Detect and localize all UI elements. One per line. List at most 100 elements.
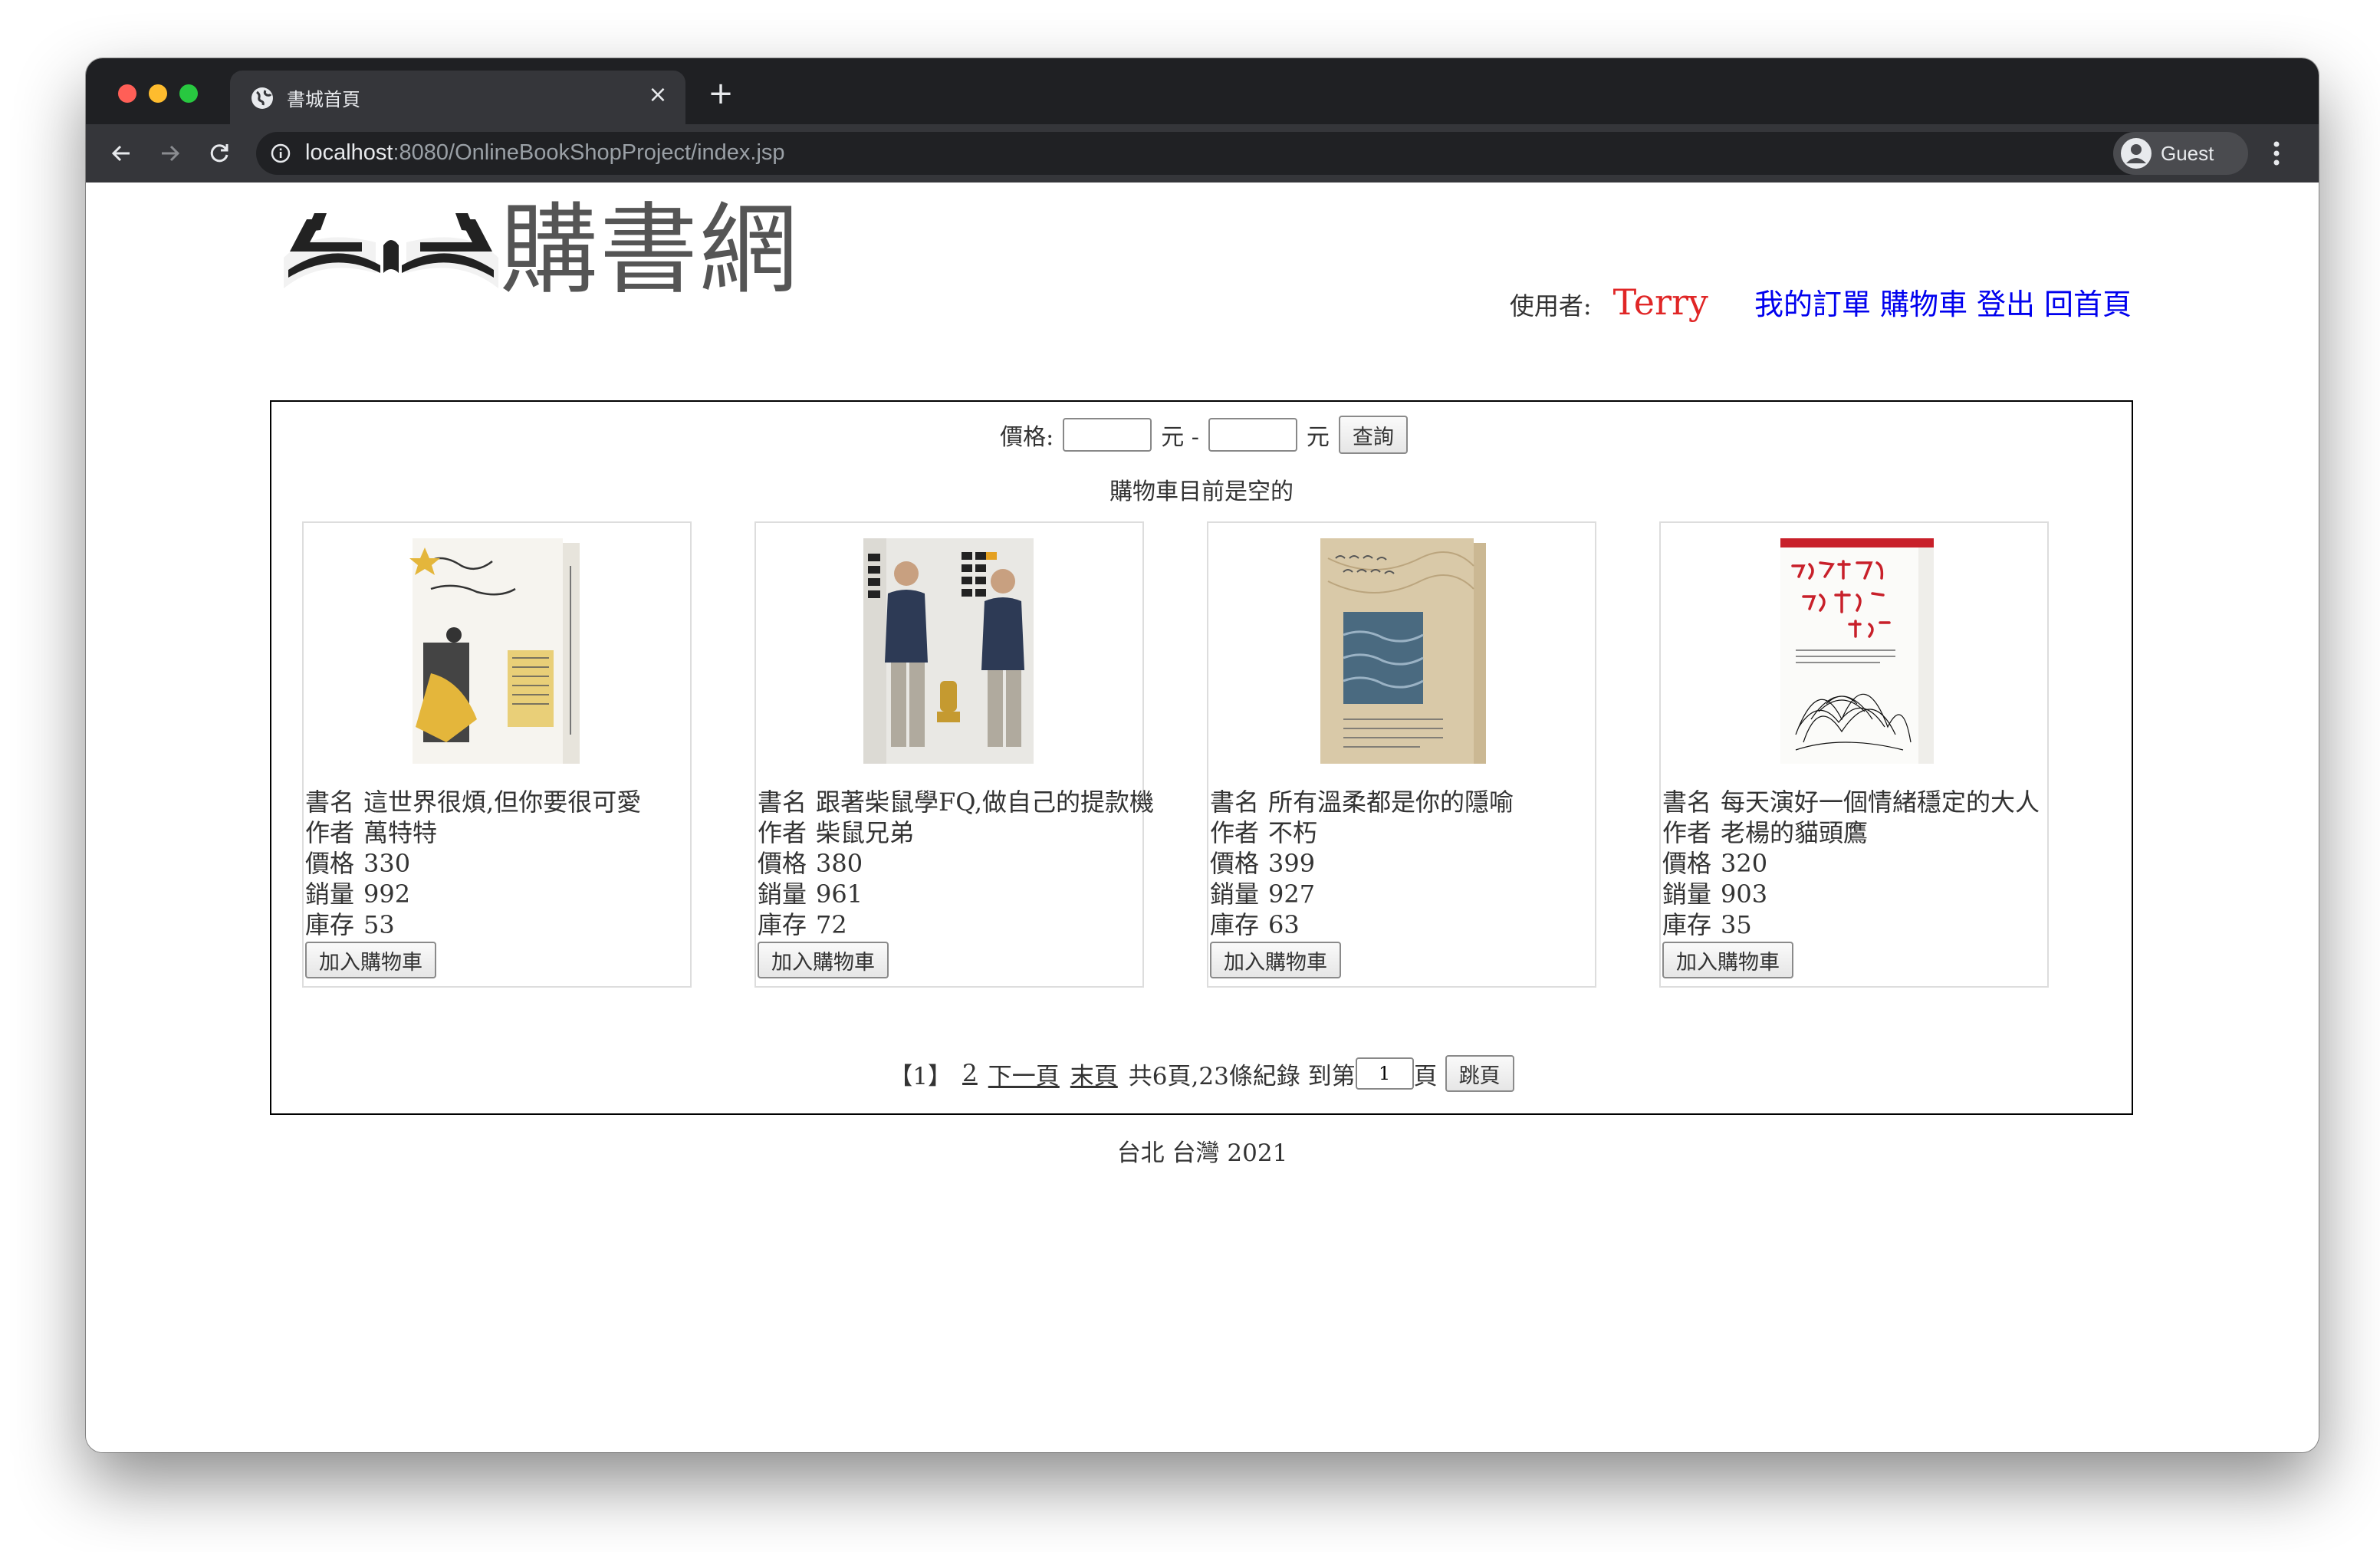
back-arrow-icon [111, 145, 130, 162]
book-price: 330 [363, 849, 411, 878]
globe-icon [251, 87, 273, 109]
field-label-name: 書名 [305, 788, 355, 817]
field-label-price: 價格 [758, 849, 807, 878]
profile-button[interactable]: Guest [2113, 132, 2248, 175]
book-stock: 53 [363, 910, 395, 939]
book-name: 每天演好一個情緒穩定的大人 [1721, 788, 2040, 817]
cart-link[interactable]: 購物車 [1880, 281, 1967, 323]
book-stock: 72 [816, 910, 847, 939]
reload-button[interactable] [201, 135, 238, 172]
field-label-stock: 庫存 [1662, 910, 1712, 939]
logout-link[interactable]: 登出 [1977, 281, 2035, 323]
tab-strip: 書城首頁 × + [86, 58, 2319, 124]
zoom-window-button[interactable] [179, 84, 198, 103]
back-button[interactable] [103, 135, 140, 172]
price-unit-separator: 元 - [1161, 424, 1199, 451]
price-label: 價格: [1000, 424, 1054, 451]
field-label-price: 價格 [1662, 849, 1712, 878]
book-cover-image[interactable] [860, 535, 1038, 767]
open-book-logo-icon [284, 213, 498, 288]
user-name: Terry [1612, 281, 1708, 323]
page-content: 購書網 使用者: Terry 我的訂單 購物車 登出 回首頁 價格: 元 - 元… [86, 182, 2319, 1452]
book-info: 書名 所有溫柔都是你的隱喻 作者 不朽 價格 399 銷量 927 庫存 63 [1210, 787, 1514, 940]
book-cover-image[interactable] [1765, 535, 1943, 767]
field-label-sales: 銷量 [758, 880, 807, 909]
browser-window: 書城首頁 × + localhost:8080/OnlineBookShopPr… [86, 58, 2319, 1452]
field-label-name: 書名 [1210, 788, 1260, 817]
my-orders-link[interactable]: 我的訂單 [1754, 281, 1871, 323]
field-label-sales: 銷量 [1210, 880, 1260, 909]
min-price-input[interactable] [1063, 418, 1152, 452]
page-2-link[interactable]: 2 [962, 1060, 978, 1087]
close-icon[interactable]: × [644, 81, 672, 109]
max-price-input[interactable] [1208, 418, 1297, 452]
user-label: 使用者: [1509, 291, 1592, 321]
field-label-author: 作者 [758, 818, 807, 847]
book-stock: 63 [1268, 910, 1300, 939]
field-label-name: 書名 [1662, 788, 1712, 817]
book-card: 書名 跟著柴鼠學FQ,做自己的提款機 作者 柴鼠兄弟 價格 380 銷量 961 庫存 7… [754, 521, 1154, 988]
add-to-cart-button[interactable]: 加入購物車 [1662, 942, 1793, 978]
book-author: 柴鼠兄弟 [816, 818, 915, 847]
book-price: 380 [816, 849, 863, 878]
book-cover-image[interactable] [408, 535, 586, 767]
last-page-link[interactable]: 末頁 [1070, 1057, 1118, 1091]
book-list-panel: 價格: 元 - 元 查詢 購物車目前是空的 書名 這世界很煩,但你要很可愛 作者… [270, 400, 2133, 1115]
search-button[interactable]: 查詢 [1338, 416, 1408, 454]
book-card: 書名 每天演好一個情緒穩定的大人 作者 老楊的貓頭鷹 價格 320 銷量 903 庫存 3… [1659, 521, 2049, 988]
book-author: 萬特特 [363, 818, 438, 847]
plus-icon[interactable]: + [705, 78, 736, 109]
field-label-name: 書名 [758, 788, 807, 817]
field-label-stock: 庫存 [305, 910, 355, 939]
book-cover-image[interactable] [1313, 535, 1491, 767]
pagination: 【1】 2 下一頁 末頁 共6頁,23條紀錄 到第 頁 跳頁 [271, 1055, 2132, 1092]
field-label-price: 價格 [305, 849, 355, 878]
add-to-cart-button[interactable]: 加入購物車 [305, 942, 436, 978]
add-to-cart-button[interactable]: 加入購物車 [1210, 942, 1341, 978]
browser-toolbar: localhost:8080/OnlineBookShopProject/ind… [86, 124, 2319, 182]
url-host: localhost [305, 140, 393, 165]
info-icon[interactable] [270, 143, 291, 164]
field-label-author: 作者 [1210, 818, 1260, 847]
book-grid: 書名 這世界很煩,但你要很可愛 作者 萬特特 價格 330 銷量 992 庫存 53 加入… [302, 521, 2104, 989]
book-card: 書名 所有溫柔都是你的隱喻 作者 不朽 價格 399 銷量 927 庫存 63 加入購物車 [1207, 521, 1596, 988]
book-name: 所有溫柔都是你的隱喻 [1268, 788, 1514, 817]
footer-text: 台北 台灣 2021 [1116, 1139, 1288, 1167]
book-sales: 927 [1268, 880, 1316, 909]
field-label-stock: 庫存 [1210, 910, 1260, 939]
field-label-price: 價格 [1210, 849, 1260, 878]
next-page-link[interactable]: 下一頁 [988, 1057, 1060, 1091]
field-label-author: 作者 [305, 818, 355, 847]
close-window-button[interactable] [118, 84, 136, 103]
book-price: 320 [1721, 849, 1768, 878]
minimize-window-button[interactable] [149, 84, 167, 103]
book-card: 書名 這世界很煩,但你要很可愛 作者 萬特特 價格 330 銷量 992 庫存 53 加入… [302, 521, 692, 988]
page-summary: 共6頁,23條紀錄 到第 [1128, 1062, 1356, 1090]
cart-status-text: 購物車目前是空的 [1109, 478, 1294, 505]
book-price: 399 [1268, 849, 1316, 878]
url-path: :8080/OnlineBookShopProject/index.jsp [393, 140, 785, 165]
field-label-stock: 庫存 [758, 910, 807, 939]
field-label-author: 作者 [1662, 818, 1712, 847]
book-stock: 35 [1721, 910, 1752, 939]
book-sales: 992 [363, 880, 411, 909]
menu-dots-icon[interactable] [2265, 135, 2288, 172]
add-to-cart-button[interactable]: 加入購物車 [758, 942, 889, 978]
forward-button[interactable] [152, 135, 189, 172]
field-label-sales: 銷量 [1662, 880, 1712, 909]
page-suffix: 頁 [1413, 1062, 1438, 1090]
book-name: 跟著柴鼠學FQ,做自己的提款機 [816, 788, 1155, 817]
field-label-sales: 銷量 [305, 880, 355, 909]
jump-page-button[interactable]: 跳頁 [1445, 1055, 1514, 1092]
home-link[interactable]: 回首頁 [2044, 281, 2132, 323]
price-unit: 元 [1306, 424, 1330, 451]
book-author: 不朽 [1268, 818, 1318, 847]
tab-title: 書城首頁 [287, 90, 360, 110]
book-name: 這世界很煩,但你要很可愛 [363, 788, 642, 817]
tab-bookstore-home[interactable]: 書城首頁 × [230, 71, 685, 124]
address-bar[interactable]: localhost:8080/OnlineBookShopProject/ind… [256, 132, 2179, 175]
page-number-input[interactable] [1355, 1057, 1414, 1090]
book-author: 老楊的貓頭鷹 [1721, 818, 1869, 847]
user-bar: 使用者: Terry 我的訂單 購物車 登出 回首頁 [1510, 281, 2132, 327]
site-logo-text[interactable]: 購書網 [500, 193, 799, 308]
